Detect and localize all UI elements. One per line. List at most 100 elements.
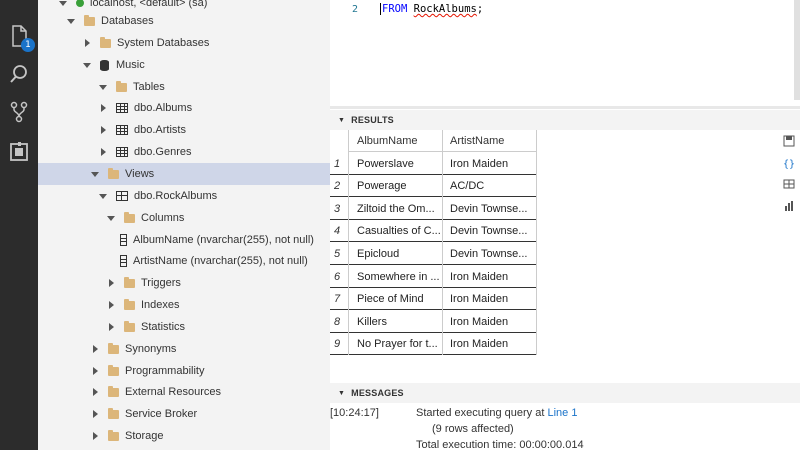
- column-header-artistname[interactable]: ArtistName: [442, 130, 536, 152]
- tree-item[interactable]: Programmability: [38, 360, 330, 382]
- chevron-right-icon[interactable]: [98, 125, 108, 135]
- cell-albumname[interactable]: Killers: [348, 310, 442, 333]
- cell-albumname[interactable]: Ziltoid the Om...: [348, 197, 442, 220]
- tree-item[interactable]: Databases: [38, 10, 330, 32]
- folder-icon: [108, 364, 119, 376]
- tree-item[interactable]: Music: [38, 54, 330, 76]
- chevron-right-icon[interactable]: [90, 431, 100, 441]
- tree-item[interactable]: dbo.Albums: [38, 97, 330, 119]
- cell-albumname[interactable]: Epicloud: [348, 242, 442, 265]
- row-number[interactable]: 7: [330, 288, 348, 311]
- tree-item-label: Indexes: [141, 299, 180, 311]
- cell-albumname[interactable]: Somewhere in ...: [348, 265, 442, 288]
- tree-item[interactable]: System Databases: [38, 32, 330, 54]
- chevron-right-icon[interactable]: [90, 344, 100, 354]
- chevron-down-icon[interactable]: [98, 191, 108, 201]
- column-separator[interactable]: [348, 130, 349, 356]
- messages-header[interactable]: ▼ MESSAGES: [330, 383, 800, 403]
- panel-divider[interactable]: [330, 106, 800, 109]
- cell-artistname[interactable]: Iron Maiden: [442, 333, 536, 356]
- chevron-right-icon[interactable]: [106, 278, 116, 288]
- source-control-icon[interactable]: [7, 100, 31, 124]
- chevron-right-icon[interactable]: [106, 300, 116, 310]
- cell-artistname[interactable]: Iron Maiden: [442, 310, 536, 333]
- chevron-down-icon[interactable]: ▼: [338, 390, 345, 397]
- cell-artistname[interactable]: AC/DC: [442, 175, 536, 198]
- chevron-down-icon[interactable]: ▼: [338, 117, 345, 124]
- tree-item[interactable]: Storage: [38, 425, 330, 447]
- tree-item[interactable]: Views: [38, 163, 330, 185]
- row-number[interactable]: 3: [330, 197, 348, 220]
- message-started: Started executing query at Line 1: [416, 407, 577, 419]
- cell-artistname[interactable]: Devin Townse...: [442, 220, 536, 243]
- cell-albumname[interactable]: Piece of Mind: [348, 288, 442, 311]
- line-link[interactable]: Line 1: [547, 407, 577, 419]
- folder-icon: [108, 429, 119, 441]
- chevron-down-icon[interactable]: [98, 82, 108, 92]
- column-icon: [120, 255, 127, 267]
- chevron-right-icon[interactable]: [90, 409, 100, 419]
- row-number[interactable]: 2: [330, 175, 348, 198]
- cell-albumname[interactable]: Powerslave: [348, 152, 442, 175]
- tree-item-label: Databases: [101, 15, 154, 27]
- chevron-right-icon[interactable]: [82, 38, 92, 48]
- chevron-down-icon[interactable]: [90, 169, 100, 179]
- tree-item[interactable]: AlbumName (nvarchar(255), not null): [38, 229, 330, 251]
- notification-badge: 1: [21, 38, 35, 52]
- cell-artistname[interactable]: Iron Maiden: [442, 265, 536, 288]
- tree-item[interactable]: dbo.Artists: [38, 119, 330, 141]
- chevron-right-icon[interactable]: [98, 147, 108, 157]
- tree-item-label: External Resources: [125, 386, 221, 398]
- cell-artistname[interactable]: Devin Townse...: [442, 197, 536, 220]
- column-separator[interactable]: [536, 130, 537, 356]
- tree-item[interactable]: dbo.RockAlbums: [38, 185, 330, 207]
- cell-albumname[interactable]: Casualties of C...: [348, 220, 442, 243]
- chevron-down-icon[interactable]: [66, 16, 76, 26]
- row-number[interactable]: 9: [330, 333, 348, 356]
- search-icon[interactable]: [7, 62, 31, 86]
- row-number[interactable]: 4: [330, 220, 348, 243]
- save-as-csv-icon[interactable]: [782, 134, 796, 148]
- chart-icon[interactable]: [782, 199, 796, 213]
- editor-scrollbar[interactable]: [794, 0, 800, 100]
- row-number[interactable]: 5: [330, 242, 348, 265]
- tree-item[interactable]: Tables: [38, 76, 330, 98]
- tree-item-label: AlbumName (nvarchar(255), not null): [133, 234, 314, 246]
- tree-item-label: Views: [125, 168, 155, 180]
- folder-icon: [108, 407, 119, 419]
- column-separator[interactable]: [442, 130, 443, 356]
- folder-icon: [108, 167, 119, 179]
- chevron-right-icon[interactable]: [98, 103, 108, 113]
- cell-artistname[interactable]: Iron Maiden: [442, 152, 536, 175]
- results-header[interactable]: ▼ RESULTS: [330, 110, 800, 130]
- row-number[interactable]: 8: [330, 310, 348, 333]
- tree-item[interactable]: dbo.Genres: [38, 141, 330, 163]
- tree-item[interactable]: Statistics: [38, 316, 330, 338]
- tree-item[interactable]: Service Broker: [38, 403, 330, 425]
- tree-item[interactable]: Columns: [38, 207, 330, 229]
- column-header-albumname[interactable]: AlbumName: [348, 130, 442, 152]
- tree-item[interactable]: Indexes: [38, 294, 330, 316]
- save-as-json-icon[interactable]: {}: [782, 156, 796, 170]
- cell-artistname[interactable]: Devin Townse...: [442, 242, 536, 265]
- extensions-icon[interactable]: [7, 140, 31, 164]
- code-line[interactable]: FROM RockAlbums;: [380, 3, 483, 15]
- tree-item[interactable]: Triggers: [38, 272, 330, 294]
- files-icon[interactable]: 1: [7, 24, 35, 52]
- chevron-down-icon[interactable]: [106, 213, 116, 223]
- chevron-right-icon[interactable]: [106, 322, 116, 332]
- chevron-right-icon[interactable]: [90, 387, 100, 397]
- save-as-excel-icon[interactable]: [782, 177, 796, 191]
- chevron-right-icon[interactable]: [90, 366, 100, 376]
- tree-item[interactable]: ArtistName (nvarchar(255), not null): [38, 250, 330, 272]
- chevron-down-icon[interactable]: [58, 0, 68, 8]
- row-number[interactable]: 6: [330, 265, 348, 288]
- cell-albumname[interactable]: No Prayer for t...: [348, 333, 442, 356]
- tree-item[interactable]: External Resources: [38, 381, 330, 403]
- row-number[interactable]: 1: [330, 152, 348, 175]
- cell-artistname[interactable]: Iron Maiden: [442, 288, 536, 311]
- query-editor[interactable]: 2 FROM RockAlbums;: [330, 0, 800, 108]
- cell-albumname[interactable]: Powerage: [348, 175, 442, 198]
- tree-item[interactable]: Synonyms: [38, 338, 330, 360]
- chevron-down-icon[interactable]: [82, 60, 92, 70]
